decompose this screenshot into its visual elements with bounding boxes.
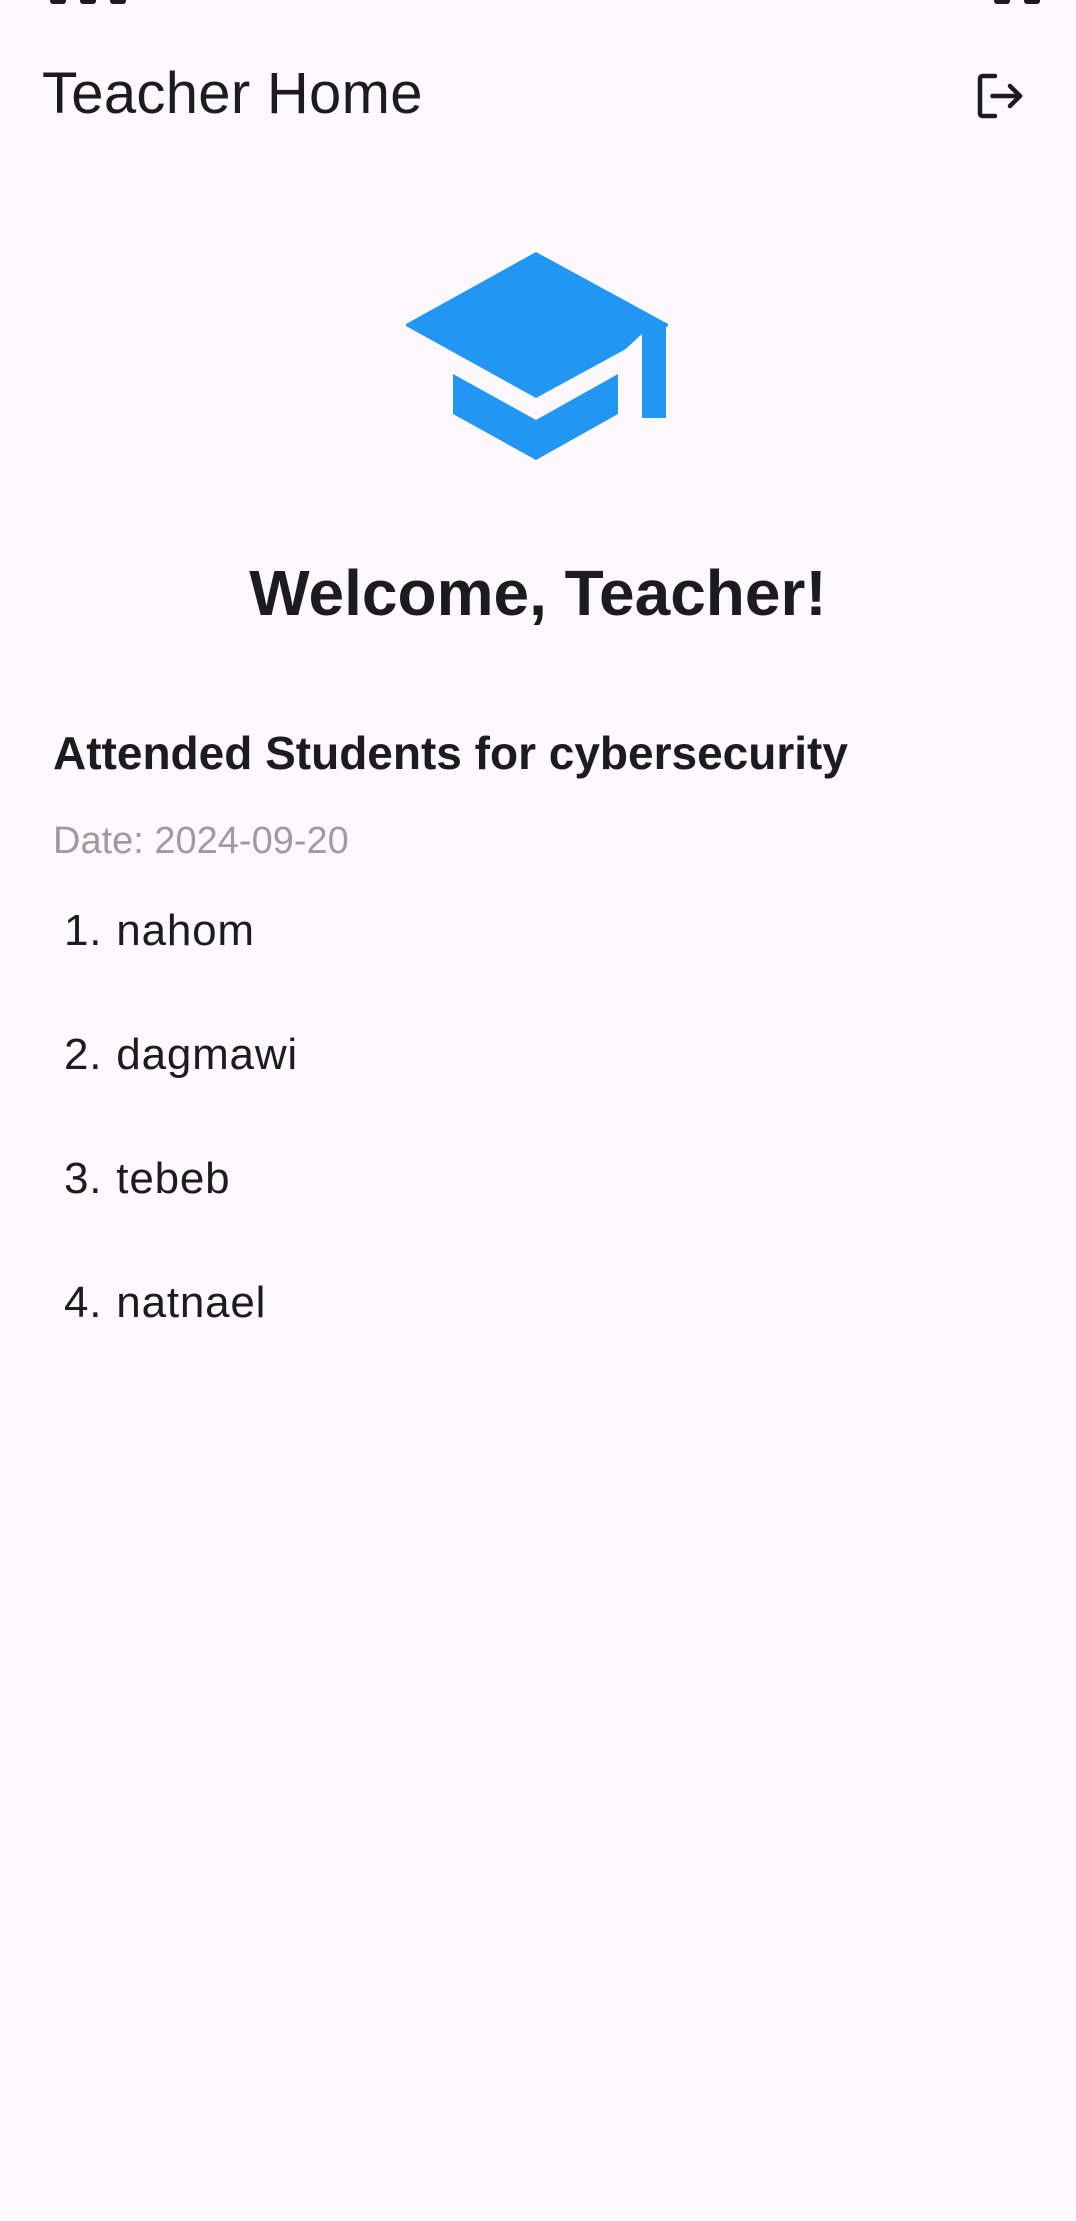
notification-icon bbox=[50, 0, 66, 4]
student-name: dagmawi bbox=[116, 1030, 298, 1079]
signal-icon bbox=[994, 0, 1010, 4]
student-number: 1. bbox=[64, 906, 103, 955]
status-bar-right-icons bbox=[994, 0, 1040, 4]
attendance-date: Date: 2024-09-20 bbox=[53, 820, 349, 862]
list-item: 3. tebeb bbox=[64, 1154, 298, 1278]
logout-icon bbox=[977, 73, 1023, 119]
student-number: 2. bbox=[64, 1030, 103, 1079]
notification-icon bbox=[80, 0, 96, 4]
list-item: 1. nahom bbox=[64, 906, 298, 1030]
list-item: 2. dagmawi bbox=[64, 1030, 298, 1154]
graduation-cap-icon bbox=[406, 250, 668, 466]
app-bar: Teacher Home bbox=[0, 38, 1076, 148]
battery-icon bbox=[1024, 0, 1040, 4]
status-bar bbox=[0, 0, 1076, 10]
logout-button[interactable] bbox=[966, 62, 1034, 130]
student-name: natnael bbox=[116, 1278, 267, 1327]
student-number: 4. bbox=[64, 1278, 103, 1327]
page-title: Teacher Home bbox=[42, 61, 423, 126]
notification-icon bbox=[110, 0, 126, 4]
student-list: 1. nahom 2. dagmawi 3. tebeb 4. natnael bbox=[64, 906, 298, 1402]
status-bar-left-icons bbox=[50, 0, 126, 4]
attendance-title: Attended Students for cybersecurity bbox=[53, 727, 848, 779]
student-name: nahom bbox=[116, 906, 255, 955]
student-number: 3. bbox=[64, 1154, 103, 1203]
welcome-heading: Welcome, Teacher! bbox=[249, 557, 827, 629]
list-item: 4. natnael bbox=[64, 1278, 298, 1402]
student-name: tebeb bbox=[116, 1154, 231, 1203]
